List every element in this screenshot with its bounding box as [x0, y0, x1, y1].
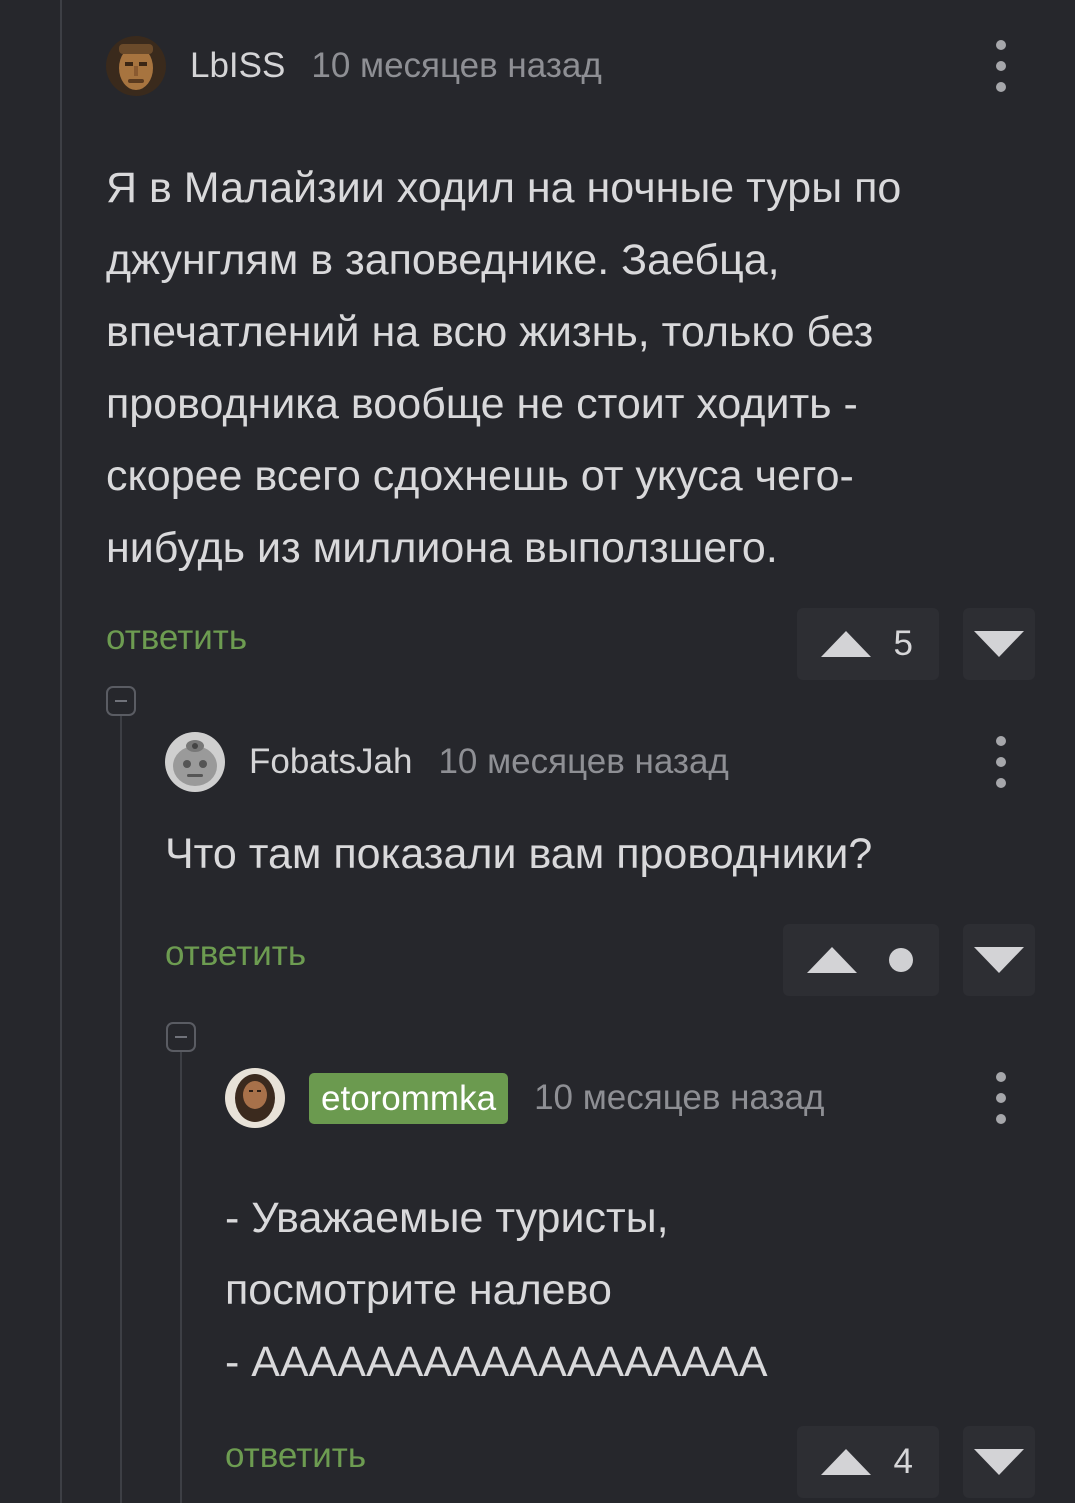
downvote-button[interactable] [963, 608, 1035, 680]
reply-button[interactable]: ответить [165, 934, 306, 974]
reply-button[interactable]: ответить [225, 1436, 366, 1476]
comment-author[interactable]: etorommka [309, 1072, 509, 1124]
comment-header: LbISS 10 месяцев назад [106, 34, 1035, 98]
stone-face-avatar-icon[interactable] [165, 732, 225, 792]
comment: etorommka 10 месяцев назад - Уважаемые т… [225, 1066, 1035, 1498]
comment-timestamp: 10 месяцев назад [438, 742, 729, 781]
downvote-button[interactable] [963, 924, 1035, 996]
more-options-icon[interactable] [991, 40, 1011, 92]
comment-footer: ответить 5 [106, 608, 1035, 680]
arrow-up-icon [821, 631, 871, 657]
arrow-down-icon [974, 1449, 1024, 1475]
comment-text: - Уважаемые туристы, посмотрите налево -… [225, 1194, 768, 1386]
comment-timestamp: 10 месяцев назад [534, 1078, 825, 1117]
more-options-icon[interactable] [991, 736, 1011, 788]
comment-text: Что там показали вам проводники? [165, 830, 873, 878]
rating-count: 4 [893, 1442, 913, 1481]
comment-footer: ответить [165, 924, 1035, 996]
thread-line-level-1 [120, 716, 122, 1503]
upvote-button[interactable]: 5 [797, 608, 939, 680]
comment-author[interactable]: LbISS [190, 46, 285, 86]
thread-line-level-2 [180, 1052, 182, 1503]
rating-count: 5 [893, 624, 913, 663]
bearded-man-avatar-icon[interactable] [225, 1068, 285, 1128]
more-options-icon[interactable] [991, 1072, 1011, 1124]
comment-author[interactable]: FobatsJah [249, 742, 412, 782]
collapse-thread-button[interactable] [166, 1022, 196, 1052]
comment-header: FobatsJah 10 месяцев назад [165, 730, 1035, 794]
upvote-button[interactable]: 4 [797, 1426, 939, 1498]
comment: FobatsJah 10 месяцев назад Что там показ… [165, 730, 1035, 996]
upvote-button[interactable] [783, 924, 939, 996]
comment-text: Я в Малайзии ходил на ночные туры по джу… [106, 164, 902, 572]
face-avatar-icon[interactable] [106, 36, 166, 96]
arrow-up-icon [807, 947, 857, 973]
downvote-button[interactable] [963, 1426, 1035, 1498]
rating-hidden-dot [889, 948, 913, 972]
comment: LbISS 10 месяцев назад Я в Малайзии ходи… [106, 34, 1035, 680]
thread-line-root [60, 0, 62, 1503]
arrow-up-icon [821, 1449, 871, 1475]
comment-header: etorommka 10 месяцев назад [225, 1066, 1035, 1130]
arrow-down-icon [974, 947, 1024, 973]
comment-footer: ответить 4 [225, 1426, 1035, 1498]
collapse-thread-button[interactable] [106, 686, 136, 716]
reply-button[interactable]: ответить [106, 618, 247, 658]
comment-timestamp: 10 месяцев назад [311, 46, 602, 85]
arrow-down-icon [974, 631, 1024, 657]
